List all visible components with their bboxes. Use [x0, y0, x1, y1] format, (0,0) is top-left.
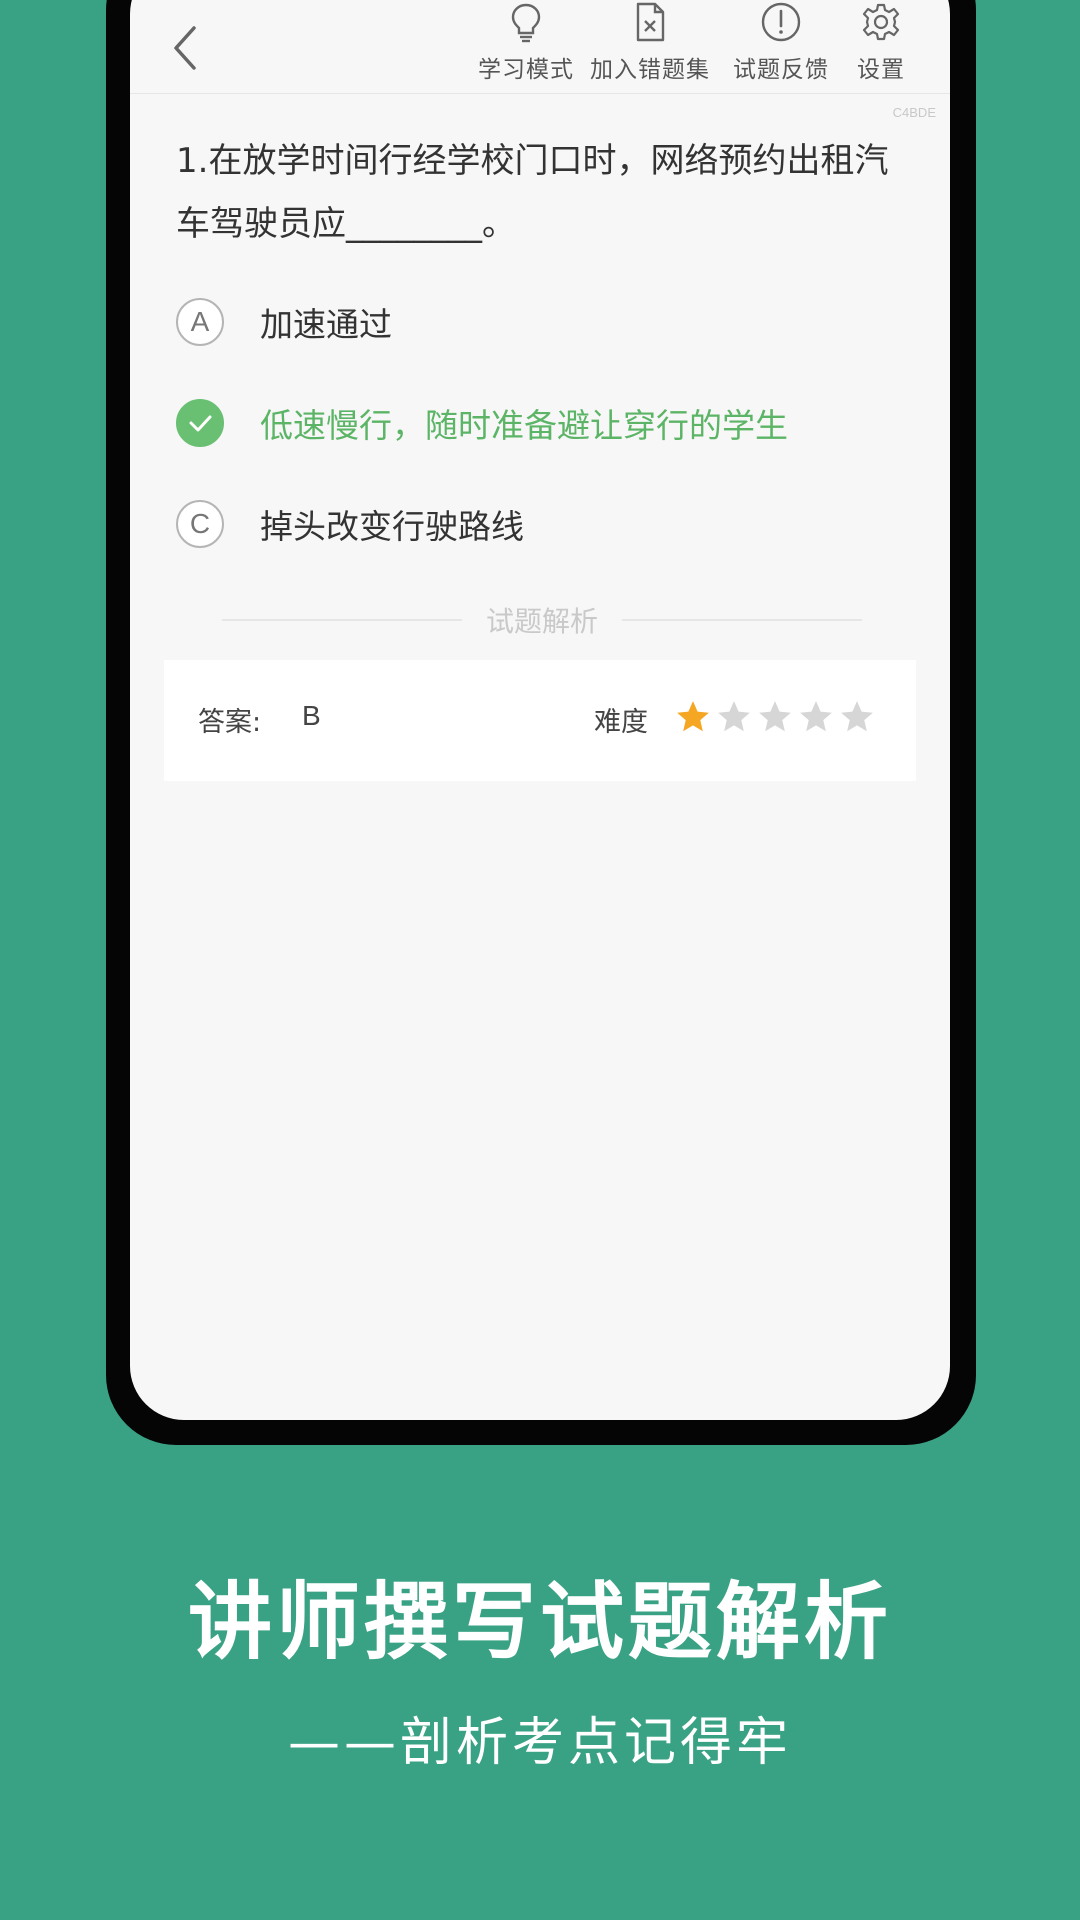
back-button[interactable]: [160, 18, 210, 78]
question-text: 1.在放学时间行经学校门口时，网络预约出租汽车驾驶员应________。: [176, 141, 889, 244]
answer-label: 答案:: [198, 707, 262, 738]
add-to-mistakes-button[interactable]: 加入错题集: [590, 0, 710, 90]
option-c-marker: C: [176, 500, 224, 548]
divider-line-right: [622, 619, 863, 621]
feedback-label: 试题反馈: [733, 57, 829, 83]
option-a[interactable]: A 加速通过: [176, 295, 392, 349]
exclamation-circle-icon: [761, 2, 801, 42]
feedback-button[interactable]: 试题反馈: [733, 0, 829, 90]
star-empty-icon: [841, 701, 873, 732]
phone-screen: 学习模式 加入错题集 试题反馈 设置 C4BDE 1.在放学时间行经学校门口时，…: [130, 0, 950, 1420]
option-b-text: 低速慢行，随时准备避让穿行的学生: [260, 406, 788, 445]
question-code: C4BDE: [892, 105, 936, 120]
option-a-text: 加速通过: [260, 305, 392, 344]
analysis-title: 试题解析: [486, 605, 599, 638]
study-mode-label: 学习模式: [478, 57, 574, 83]
lightbulb-icon: [511, 3, 541, 43]
top-toolbar: 学习模式 加入错题集 试题反馈 设置: [130, 0, 950, 94]
option-c-text: 掉头改变行驶路线: [260, 507, 524, 546]
star-filled-icon: [677, 701, 709, 732]
difficulty-stars: [674, 698, 879, 736]
answer-card: 答案: B 难度: [164, 660, 916, 781]
chevron-left-icon: [174, 26, 196, 70]
settings-label: 设置: [857, 57, 905, 83]
answer-value: B: [302, 700, 321, 731]
option-c[interactable]: C 掉头改变行驶路线: [176, 497, 524, 551]
analysis-divider: 试题解析: [222, 600, 863, 640]
add-to-mistakes-label: 加入错题集: [590, 57, 710, 83]
promo-subline: ——剖析考点记得牢: [287, 1713, 792, 1773]
study-mode-button[interactable]: 学习模式: [478, 0, 574, 90]
option-b[interactable]: 低速慢行，随时准备避让穿行的学生: [176, 396, 788, 450]
settings-button[interactable]: 设置: [857, 0, 905, 90]
gear-icon: [862, 3, 900, 41]
option-a-marker: A: [176, 298, 224, 346]
star-empty-icon: [718, 701, 750, 732]
star-empty-icon: [800, 701, 832, 732]
divider-line-left: [222, 619, 462, 621]
promo-headline: 讲师撰写试题解析: [187, 1573, 892, 1671]
document-x-icon: [636, 2, 665, 42]
star-empty-icon: [759, 701, 791, 732]
option-b-marker: [176, 399, 224, 447]
difficulty-label: 难度: [594, 707, 648, 738]
checkmark-icon: [189, 415, 212, 432]
